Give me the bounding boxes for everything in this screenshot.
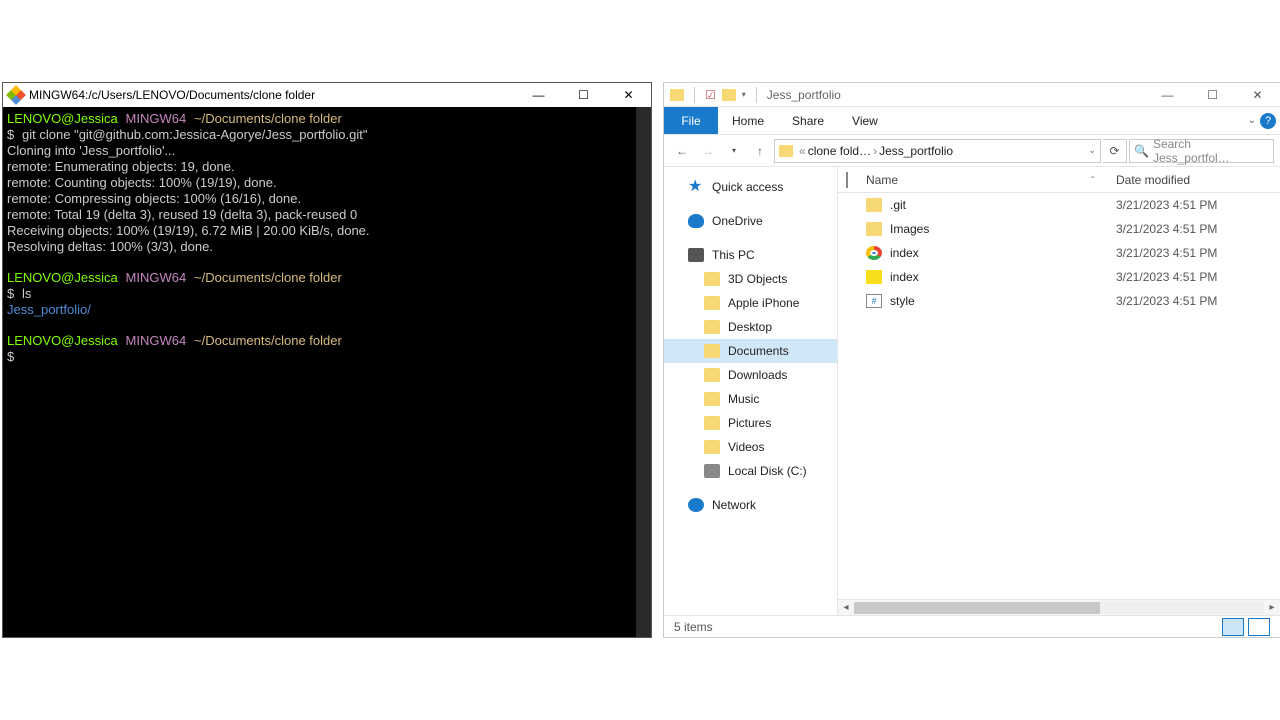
scroll-left-button[interactable]: ◂ bbox=[838, 602, 854, 613]
terminal-scrollbar[interactable] bbox=[636, 107, 651, 637]
file-row[interactable]: .git 3/21/2023 4:51 PM bbox=[838, 193, 1280, 217]
up-button[interactable]: ↑ bbox=[748, 139, 772, 163]
nav-pictures[interactable]: Pictures bbox=[664, 411, 837, 435]
folder-icon bbox=[704, 440, 720, 454]
ribbon-collapse-icon[interactable]: ⌄ bbox=[1248, 115, 1256, 126]
search-icon: 🔍 bbox=[1134, 144, 1149, 158]
address-dropdown-icon[interactable]: ⌄ bbox=[1088, 145, 1096, 156]
folder-icon bbox=[704, 392, 720, 406]
terminal-titlebar[interactable]: MINGW64:/c/Users/LENOVO/Documents/clone … bbox=[3, 83, 651, 107]
nav-pane[interactable]: ★ Quick access OneDrive This PC 3D Ob bbox=[664, 167, 838, 615]
terminal-window: MINGW64:/c/Users/LENOVO/Documents/clone … bbox=[2, 82, 652, 638]
ribbon: File Home Share View ⌄ ? bbox=[664, 107, 1280, 135]
sort-icon[interactable]: ⌃ bbox=[1089, 175, 1096, 184]
nav-local-disk[interactable]: Local Disk (C:) bbox=[664, 459, 837, 483]
file-row[interactable]: index 3/21/2023 4:51 PM bbox=[838, 265, 1280, 289]
folder-icon bbox=[704, 320, 720, 334]
nav-music[interactable]: Music bbox=[664, 387, 837, 411]
select-all-checkbox[interactable] bbox=[846, 172, 848, 188]
folder-icon bbox=[704, 344, 720, 358]
crumb-clone-folder[interactable]: clone fold… bbox=[808, 144, 871, 158]
maximize-button[interactable]: ☐ bbox=[561, 83, 606, 107]
minimize-button[interactable]: — bbox=[516, 83, 561, 107]
pc-icon bbox=[688, 248, 704, 262]
file-list[interactable]: Name ⌃ Date modified .git 3/21/2023 4:51 … bbox=[838, 167, 1280, 615]
nav-3d-objects[interactable]: 3D Objects bbox=[664, 267, 837, 291]
column-headers[interactable]: Name ⌃ Date modified bbox=[838, 167, 1280, 193]
scroll-right-button[interactable]: ▸ bbox=[1264, 602, 1280, 613]
help-icon[interactable]: ? bbox=[1260, 113, 1276, 129]
cloud-icon bbox=[688, 214, 704, 228]
item-count: 5 items bbox=[674, 620, 713, 634]
folder-icon bbox=[866, 222, 882, 236]
nav-this-pc[interactable]: This PC bbox=[664, 243, 837, 267]
minimize-button[interactable]: — bbox=[1145, 83, 1190, 107]
tab-home[interactable]: Home bbox=[718, 107, 778, 134]
folder-icon bbox=[704, 272, 720, 286]
status-bar: 5 items bbox=[664, 615, 1280, 637]
details-view-button[interactable] bbox=[1222, 618, 1244, 636]
folder-icon bbox=[866, 198, 882, 212]
folder-icon bbox=[704, 368, 720, 382]
folder-icon bbox=[779, 145, 793, 157]
file-row[interactable]: Images 3/21/2023 4:51 PM bbox=[838, 217, 1280, 241]
tab-share[interactable]: Share bbox=[778, 107, 838, 134]
disk-icon bbox=[704, 464, 720, 478]
explorer-window: ☑ ▾ Jess_portfolio — ☐ ✕ File Home Share… bbox=[663, 82, 1280, 638]
nav-quick-access[interactable]: ★ Quick access bbox=[664, 175, 837, 199]
nav-documents[interactable]: Documents bbox=[664, 339, 837, 363]
maximize-button[interactable]: ☐ bbox=[1190, 83, 1235, 107]
forward-button: → bbox=[696, 139, 720, 163]
device-icon bbox=[704, 296, 720, 310]
col-name[interactable]: Name bbox=[866, 173, 898, 187]
nav-apple-iphone[interactable]: Apple iPhone bbox=[664, 291, 837, 315]
star-icon: ★ bbox=[688, 180, 704, 194]
terminal-title: MINGW64:/c/Users/LENOVO/Documents/clone … bbox=[29, 88, 516, 102]
tab-view[interactable]: View bbox=[838, 107, 892, 134]
refresh-button[interactable]: ⟳ bbox=[1103, 139, 1127, 163]
col-date[interactable]: Date modified bbox=[1116, 173, 1190, 187]
qat-check-icon[interactable]: ☑ bbox=[705, 88, 716, 102]
chrome-icon bbox=[866, 246, 882, 260]
tab-file[interactable]: File bbox=[664, 107, 718, 134]
horizontal-scrollbar[interactable]: ◂ ▸ bbox=[838, 599, 1280, 615]
recent-dropdown[interactable]: ▾ bbox=[722, 139, 746, 163]
close-button[interactable]: ✕ bbox=[606, 83, 651, 107]
nav-videos[interactable]: Videos bbox=[664, 435, 837, 459]
file-row[interactable]: style 3/21/2023 4:51 PM bbox=[838, 289, 1280, 313]
nav-downloads[interactable]: Downloads bbox=[664, 363, 837, 387]
back-button[interactable]: ← bbox=[670, 139, 694, 163]
address-bar-row: ← → ▾ ↑ « clone fold… › Jess_portfolio ⌄… bbox=[664, 135, 1280, 167]
qat-dropdown-icon[interactable]: ▾ bbox=[742, 90, 746, 99]
network-icon bbox=[688, 498, 704, 512]
scroll-thumb[interactable] bbox=[854, 602, 1100, 614]
nav-onedrive[interactable]: OneDrive bbox=[664, 209, 837, 233]
nav-desktop[interactable]: Desktop bbox=[664, 315, 837, 339]
file-row[interactable]: index 3/21/2023 4:51 PM bbox=[838, 241, 1280, 265]
folder-icon[interactable] bbox=[722, 89, 736, 101]
icons-view-button[interactable] bbox=[1248, 618, 1270, 636]
terminal-body[interactable]: LENOVO@Jessica MINGW64 ~/Documents/clone… bbox=[3, 107, 651, 637]
js-icon bbox=[866, 270, 882, 284]
search-input[interactable]: 🔍 Search Jess_portfol… bbox=[1129, 139, 1274, 163]
desktop: MINGW64:/c/Users/LENOVO/Documents/clone … bbox=[0, 0, 1280, 720]
search-placeholder: Search Jess_portfol… bbox=[1153, 137, 1269, 165]
git-bash-icon bbox=[6, 85, 26, 105]
close-button[interactable]: ✕ bbox=[1235, 83, 1280, 107]
address-bar[interactable]: « clone fold… › Jess_portfolio ⌄ bbox=[774, 139, 1101, 163]
css-icon bbox=[866, 294, 882, 308]
folder-icon bbox=[704, 416, 720, 430]
crumb-jess-portfolio[interactable]: Jess_portfolio bbox=[879, 144, 953, 158]
nav-network[interactable]: Network bbox=[664, 493, 837, 517]
explorer-title: Jess_portfolio bbox=[767, 88, 1145, 102]
explorer-titlebar[interactable]: ☑ ▾ Jess_portfolio — ☐ ✕ bbox=[664, 83, 1280, 107]
folder-icon bbox=[670, 89, 684, 101]
